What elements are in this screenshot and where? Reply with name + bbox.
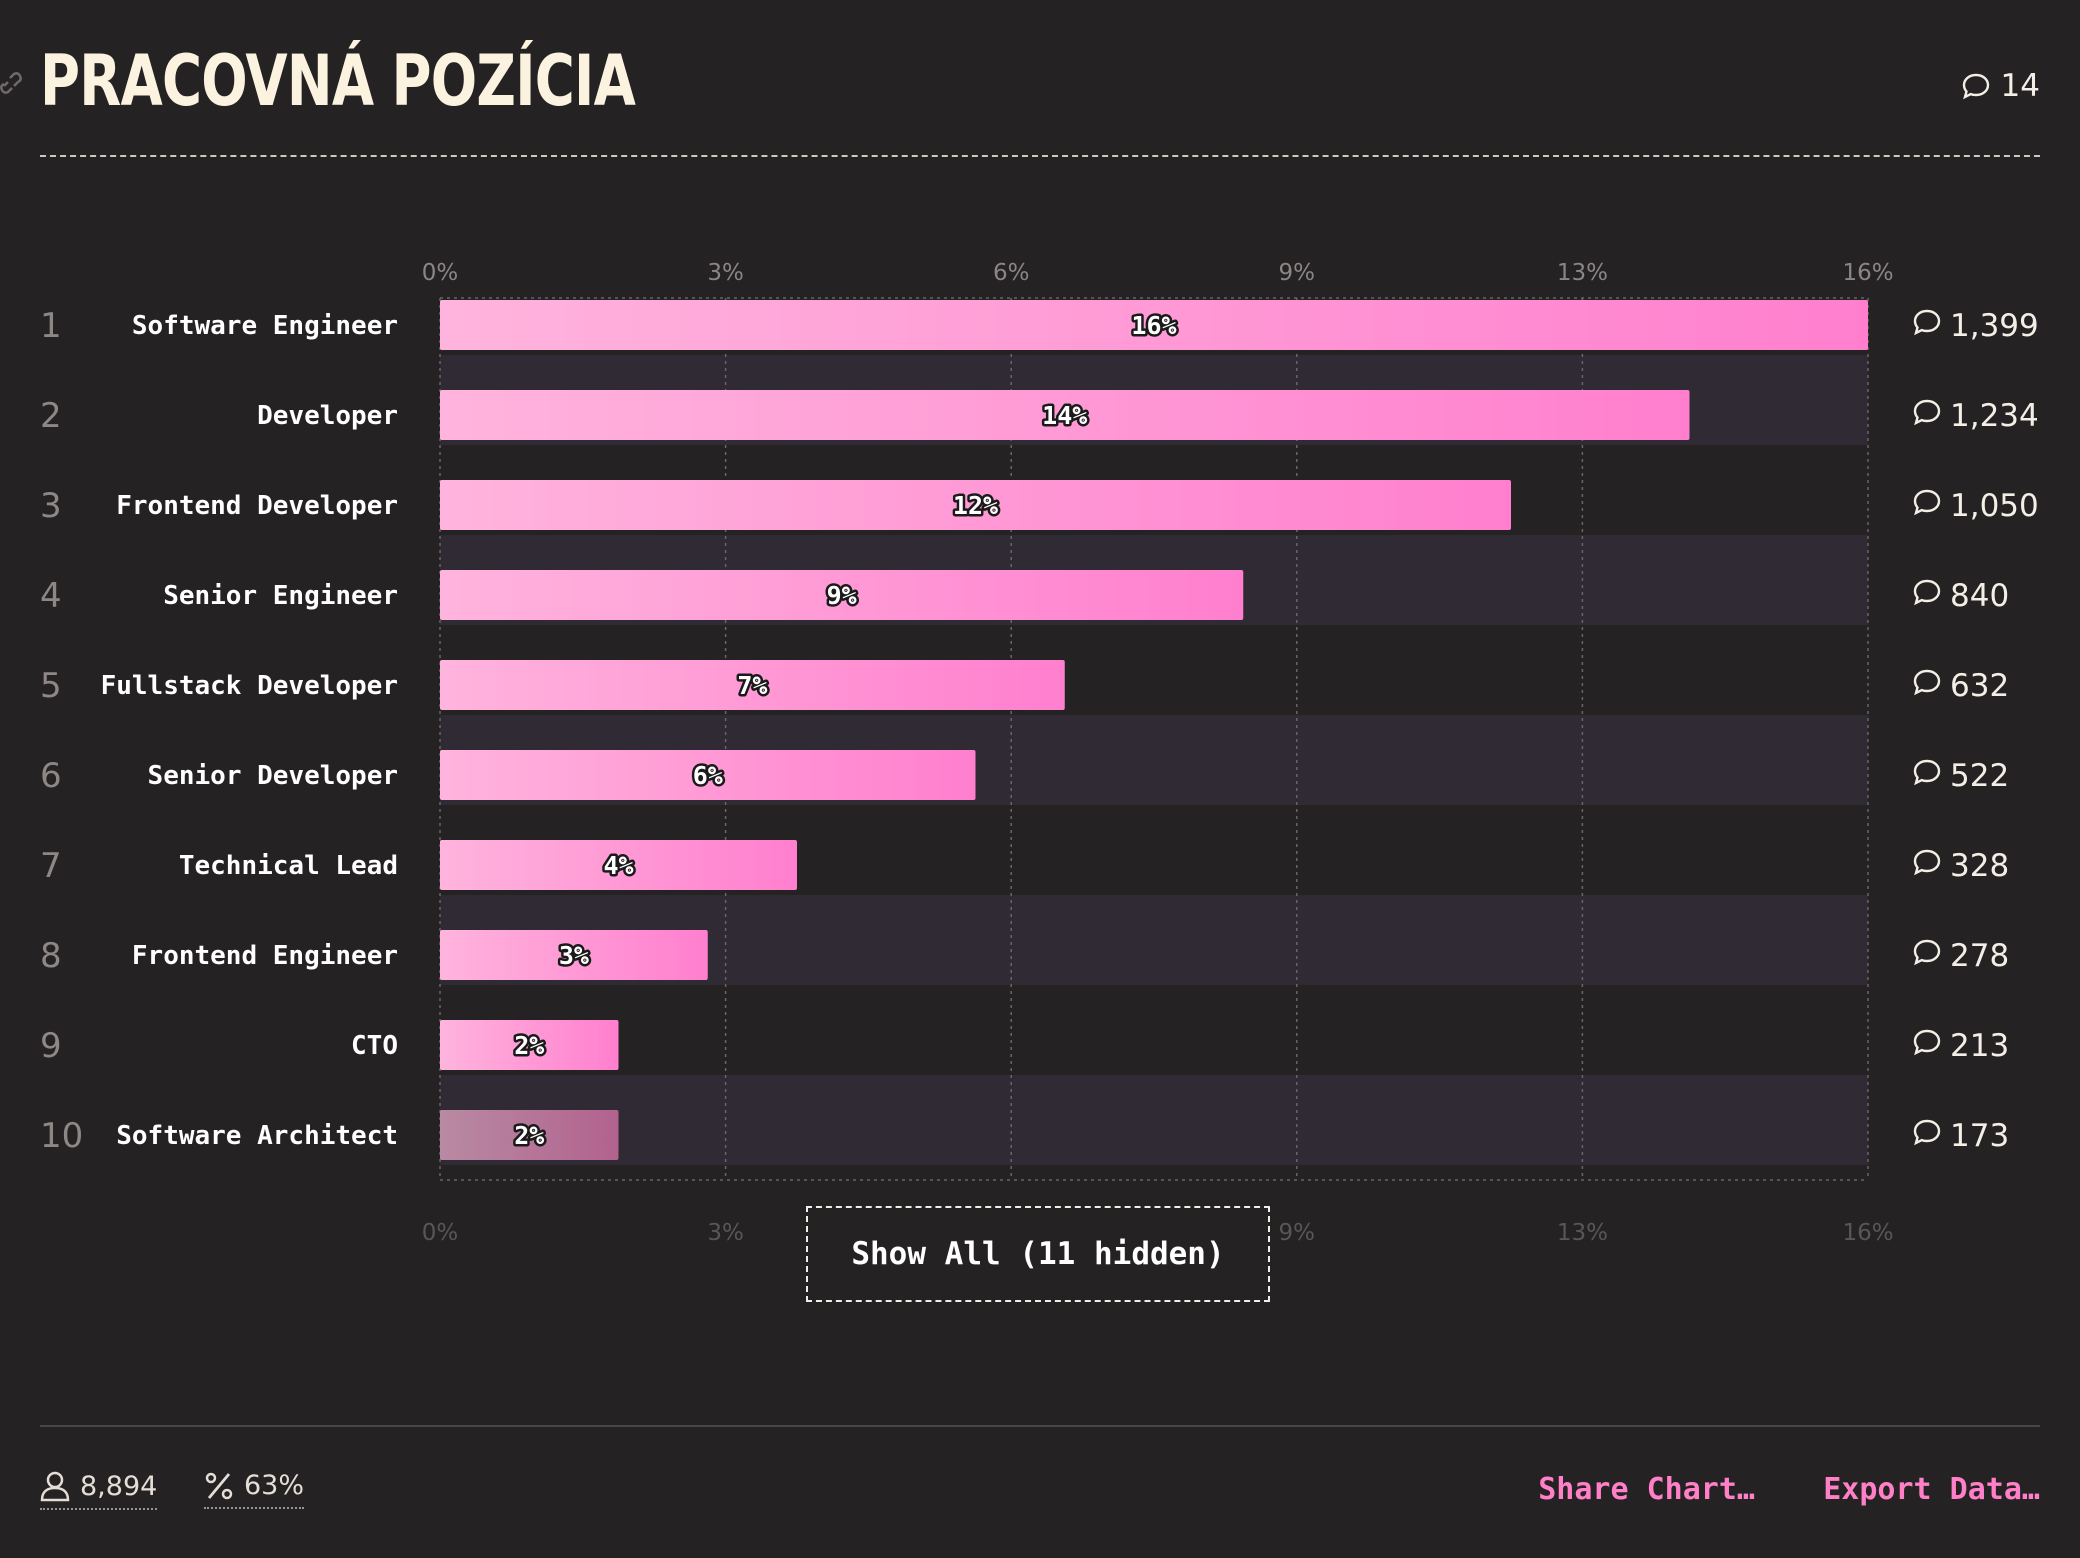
row-rank: 6 — [40, 756, 62, 796]
category-label: Senior Engineer — [163, 581, 398, 611]
row-rank: 4 — [40, 576, 62, 616]
speech-bubble-icon — [1913, 759, 1941, 786]
speech-bubble-icon — [1913, 849, 1941, 876]
x-tick-label-bottom: 13% — [1557, 1220, 1608, 1246]
bar-value-label: 4% — [603, 851, 633, 880]
row-rank: 7 — [40, 846, 62, 886]
x-tick-label-top: 13% — [1557, 260, 1608, 286]
row-comment-count: 632 — [1950, 668, 2009, 704]
x-tick-label-bottom: 0% — [422, 1220, 459, 1246]
x-tick-label-bottom: 9% — [1279, 1220, 1316, 1246]
percent-icon — [205, 1472, 233, 1499]
category-label: Frontend Engineer — [132, 941, 398, 971]
bar-chart: 0% 0% 3% 3% 6% 6% 9% 9% 13% 13% 16% 16% 1 Software En… — [40, 260, 2039, 1246]
comment-total[interactable]: 14 — [1961, 68, 2040, 104]
row-rank: 9 — [40, 1026, 62, 1066]
x-tick-label-top: 6% — [993, 260, 1030, 286]
page-title: PRACOVNÁ POZÍCIA — [40, 40, 636, 122]
speech-bubble-icon — [1913, 939, 1941, 966]
speech-bubble-icon — [1913, 1029, 1941, 1056]
bar-value-label: 2% — [514, 1121, 544, 1150]
category-label: Technical Lead — [179, 851, 398, 881]
row-comment-count: 522 — [1950, 758, 2009, 794]
show-all-button[interactable]: Show All (11 hidden) — [806, 1206, 1270, 1302]
speech-bubble-icon — [1913, 669, 1941, 696]
header-divider — [40, 155, 2040, 157]
row-comment-count: 278 — [1950, 938, 2009, 974]
speech-bubble-icon — [1913, 1119, 1941, 1146]
respondents-count: 8,894 — [80, 1470, 158, 1502]
x-tick-label-top: 16% — [1842, 260, 1893, 286]
row-comment-count: 173 — [1950, 1118, 2009, 1154]
x-tick-label-top: 9% — [1279, 260, 1316, 286]
category-label: CTO — [351, 1031, 398, 1061]
speech-bubble-icon — [1913, 399, 1941, 426]
x-tick-label-bottom: 3% — [707, 1220, 744, 1246]
row-rank: 2 — [40, 396, 62, 436]
percentage-stat[interactable]: 63% — [204, 1470, 305, 1509]
row-comment-count: 1,050 — [1950, 488, 2039, 524]
bar-value-label: 2% — [514, 1031, 544, 1060]
share-chart-link[interactable]: Share Chart… — [1538, 1472, 1755, 1507]
category-label: Software Architect — [116, 1121, 398, 1151]
category-label: Fullstack Developer — [101, 671, 398, 701]
speech-bubble-icon — [1913, 309, 1941, 336]
category-label: Senior Developer — [148, 761, 398, 791]
speech-bubble-icon — [1962, 73, 1989, 100]
row-background — [440, 1075, 1868, 1165]
category-label: Developer — [257, 401, 398, 431]
row-comment-count: 213 — [1950, 1028, 2009, 1064]
row-rank: 5 — [40, 666, 62, 706]
speech-bubble-icon — [1913, 489, 1941, 516]
x-tick-label-top: 3% — [707, 260, 744, 286]
bar-value-label: 6% — [693, 761, 723, 790]
row-rank: 3 — [40, 486, 62, 526]
category-label: Software Engineer — [132, 311, 398, 341]
comment-total-count: 14 — [2000, 68, 2040, 104]
row-comment-count: 1,399 — [1950, 308, 2039, 344]
row-comment-count: 840 — [1950, 578, 2009, 614]
export-data-link[interactable]: Export Data… — [1823, 1472, 2040, 1507]
x-tick-label-top: 0% — [422, 260, 459, 286]
footer-divider — [40, 1425, 2040, 1427]
respondents-stat[interactable]: 8,894 — [40, 1470, 158, 1510]
row-rank: 1 — [40, 306, 62, 346]
bar-value-label: 7% — [737, 671, 767, 700]
bar-value-label: 14% — [1042, 401, 1087, 430]
bar-value-label: 3% — [559, 941, 589, 970]
link-icon[interactable] — [0, 72, 22, 94]
row-rank: 8 — [40, 936, 62, 976]
percentage-value: 63% — [244, 1470, 305, 1501]
category-label: Frontend Developer — [116, 491, 398, 521]
bar-value-label: 16% — [1131, 311, 1176, 340]
x-tick-label-bottom: 16% — [1842, 1220, 1893, 1246]
bar-value-label: 12% — [953, 491, 998, 520]
bar-value-label: 9% — [827, 581, 857, 610]
speech-bubble-icon — [1913, 579, 1941, 606]
user-icon — [40, 1471, 70, 1502]
row-rank: 10 — [40, 1116, 83, 1156]
row-comment-count: 1,234 — [1950, 398, 2039, 434]
row-comment-count: 328 — [1950, 848, 2009, 884]
